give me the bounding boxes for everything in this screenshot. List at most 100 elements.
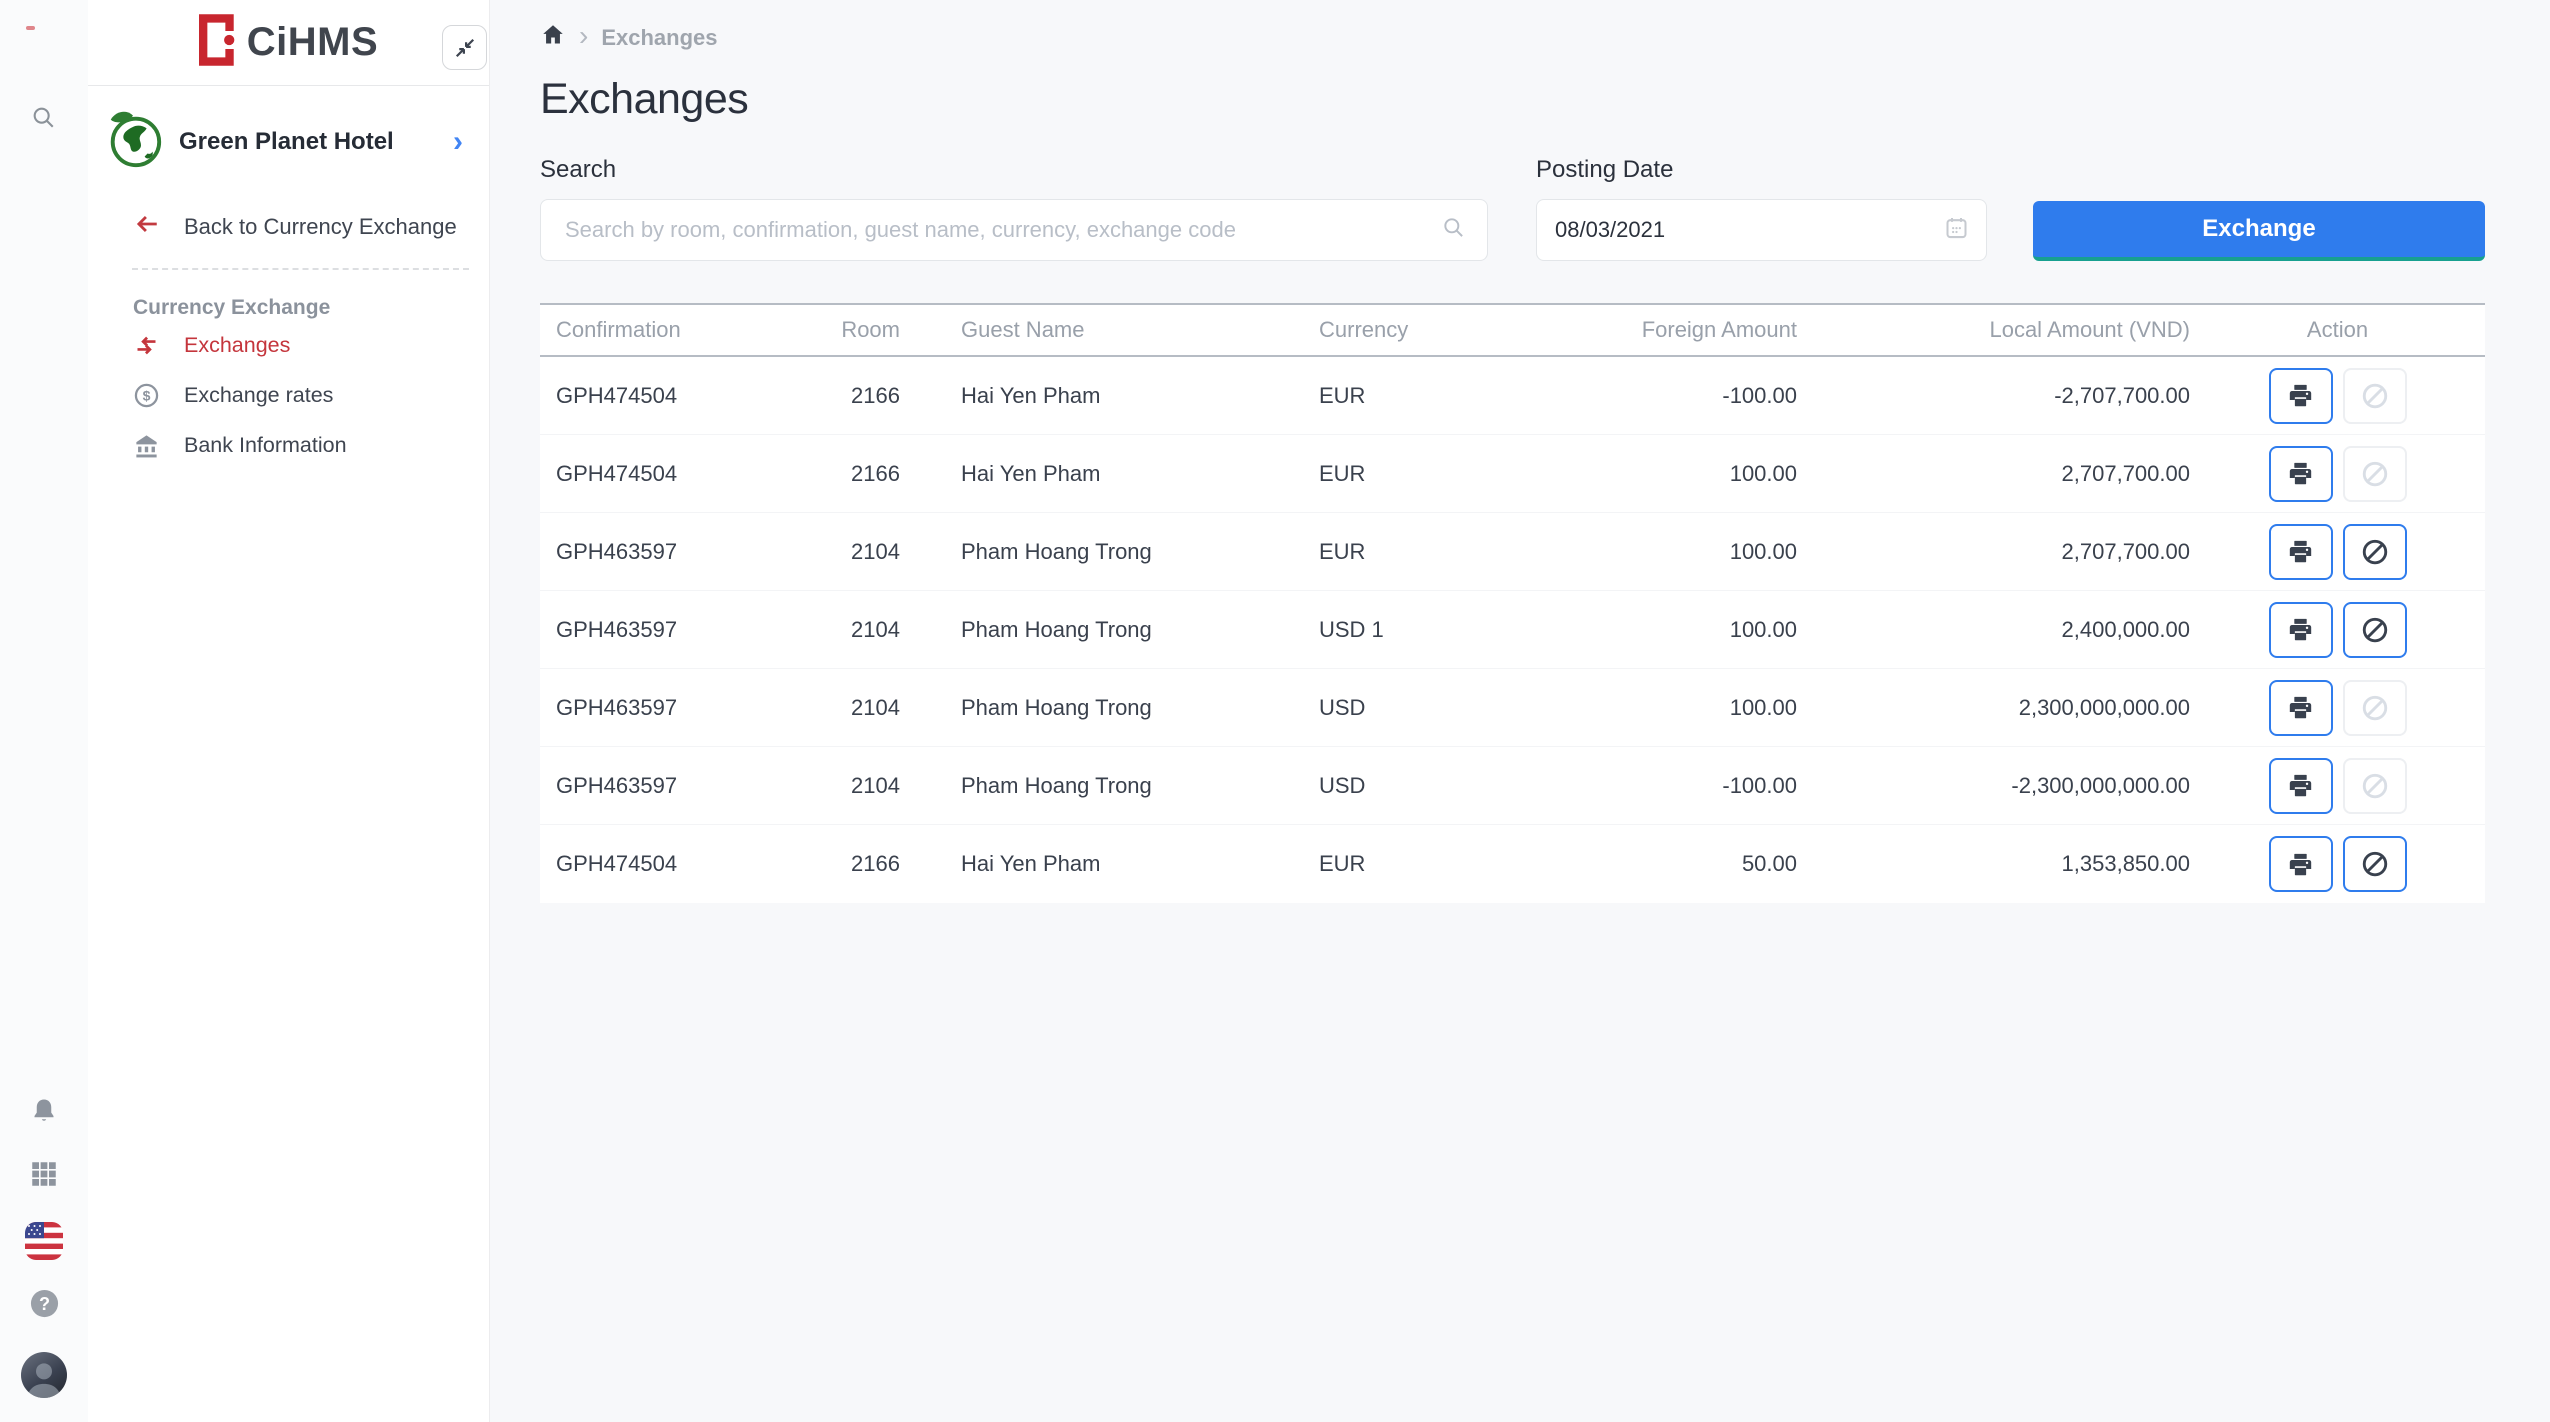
exchanges-table: Confirmation Room Guest Name Currency Fo… <box>540 303 2485 903</box>
cell-confirmation: GPH463597 <box>540 695 820 721</box>
posting-date-label: Posting Date <box>1536 156 1987 184</box>
header-local-amount: Local Amount (VND) <box>1797 317 2190 343</box>
print-button[interactable] <box>2269 680 2333 736</box>
cell-room: 2104 <box>820 539 900 565</box>
table-row: GPH463597 2104 Pham Hoang Trong USD -100… <box>540 747 2485 825</box>
svg-text:$: $ <box>143 387 151 403</box>
sidebar: CiHMS Green Planet Hotel › Back to Curre… <box>88 0 490 1422</box>
header-action: Action <box>2190 317 2485 343</box>
dollar-circle-icon: $ <box>133 382 160 409</box>
table-row: GPH463597 2104 Pham Hoang Trong EUR 100.… <box>540 513 2485 591</box>
cancel-button <box>2343 446 2407 502</box>
print-button[interactable] <box>2269 524 2333 580</box>
cell-currency: EUR <box>1319 383 1569 409</box>
breadcrumb-current: Exchanges <box>601 25 717 51</box>
cell-local-amount: -2,707,700.00 <box>1797 383 2190 409</box>
cell-actions <box>2190 602 2485 658</box>
cell-room: 2104 <box>820 773 900 799</box>
header-confirmation: Confirmation <box>540 317 820 343</box>
cell-confirmation: GPH463597 <box>540 617 820 643</box>
posting-date-field[interactable] <box>1536 199 1987 261</box>
sidebar-divider <box>132 268 469 270</box>
sidebar-item-exchange-rates[interactable]: $ Exchange rates <box>88 370 489 420</box>
help-icon[interactable]: ? <box>29 1288 60 1324</box>
swap-arrows-icon <box>133 332 160 359</box>
main-content: › Exchanges Exchanges Search Posting Dat… <box>490 0 2550 1422</box>
rail-logo-fragment <box>26 26 35 30</box>
cell-guest-name: Hai Yen Pham <box>900 851 1319 877</box>
cancel-button[interactable] <box>2343 836 2407 892</box>
user-avatar[interactable] <box>21 1352 67 1398</box>
apps-grid-icon[interactable] <box>29 1159 59 1194</box>
table-row: GPH474504 2166 Hai Yen Pham EUR 50.00 1,… <box>540 825 2485 903</box>
search-input[interactable] <box>565 217 1441 243</box>
door-logo-icon <box>199 14 235 71</box>
print-button[interactable] <box>2269 446 2333 502</box>
language-us-flag-icon[interactable] <box>25 1222 63 1260</box>
page-title: Exchanges <box>540 75 2485 124</box>
cell-room: 2166 <box>820 461 900 487</box>
cell-room: 2104 <box>820 695 900 721</box>
print-button[interactable] <box>2269 368 2333 424</box>
global-search-icon[interactable] <box>30 104 58 137</box>
sidebar-collapse-button[interactable] <box>442 25 487 70</box>
cell-confirmation: GPH463597 <box>540 773 820 799</box>
cell-foreign-amount: 50.00 <box>1569 851 1797 877</box>
cell-actions <box>2190 368 2485 424</box>
search-block: Search <box>540 156 1488 261</box>
sidebar-item-bank-information[interactable]: Bank Information <box>88 420 489 470</box>
cell-actions <box>2190 524 2485 580</box>
back-arrow-icon <box>132 211 162 242</box>
header-room: Room <box>820 317 900 343</box>
cell-local-amount: 2,300,000,000.00 <box>1797 695 2190 721</box>
sidebar-item-exchanges[interactable]: Exchanges <box>88 320 489 370</box>
cell-room: 2166 <box>820 383 900 409</box>
cell-foreign-amount: 100.00 <box>1569 539 1797 565</box>
cell-actions <box>2190 836 2485 892</box>
header-foreign-amount: Foreign Amount <box>1569 317 1797 343</box>
header-guest-name: Guest Name <box>900 317 1319 343</box>
cancel-button[interactable] <box>2343 602 2407 658</box>
table-row: GPH463597 2104 Pham Hoang Trong USD 1 10… <box>540 591 2485 669</box>
posting-date-input[interactable] <box>1555 217 1855 243</box>
cancel-button[interactable] <box>2343 524 2407 580</box>
cancel-button <box>2343 758 2407 814</box>
chevron-right-icon: › <box>453 127 463 157</box>
sidebar-item-label: Exchanges <box>184 333 290 358</box>
cell-local-amount: 1,353,850.00 <box>1797 851 2190 877</box>
table-body: GPH474504 2166 Hai Yen Pham EUR -100.00 … <box>540 357 2485 903</box>
calendar-icon <box>1943 214 1970 246</box>
back-to-currency-exchange-link[interactable]: Back to Currency Exchange <box>88 211 489 242</box>
cell-guest-name: Hai Yen Pham <box>900 461 1319 487</box>
svg-text:?: ? <box>38 1294 49 1314</box>
exchange-button[interactable]: Exchange <box>2033 201 2485 261</box>
sidebar-item-label: Exchange rates <box>184 383 333 408</box>
sidebar-header: CiHMS <box>88 0 489 86</box>
cell-guest-name: Pham Hoang Trong <box>900 773 1319 799</box>
table-row: GPH474504 2166 Hai Yen Pham EUR 100.00 2… <box>540 435 2485 513</box>
cell-room: 2104 <box>820 617 900 643</box>
sidebar-section-label: Currency Exchange <box>133 296 489 320</box>
cell-currency: USD <box>1319 695 1569 721</box>
cell-foreign-amount: -100.00 <box>1569 383 1797 409</box>
cell-foreign-amount: 100.00 <box>1569 617 1797 643</box>
print-button[interactable] <box>2269 602 2333 658</box>
cell-local-amount: -2,300,000,000.00 <box>1797 773 2190 799</box>
hotel-name: Green Planet Hotel <box>179 128 394 156</box>
search-icon <box>1441 215 1467 246</box>
app-logo-text: CiHMS <box>247 20 378 65</box>
search-label: Search <box>540 156 1488 184</box>
print-button[interactable] <box>2269 836 2333 892</box>
cell-actions <box>2190 446 2485 502</box>
cell-currency: EUR <box>1319 461 1569 487</box>
print-button[interactable] <box>2269 758 2333 814</box>
notifications-bell-icon[interactable] <box>29 1096 59 1131</box>
home-icon[interactable] <box>540 22 566 53</box>
cell-local-amount: 2,707,700.00 <box>1797 461 2190 487</box>
hotel-selector[interactable]: Green Planet Hotel › <box>88 86 489 185</box>
cell-currency: EUR <box>1319 851 1569 877</box>
controls-row: Search Posting Date Exchange <box>540 156 2485 261</box>
search-input-box <box>540 199 1488 261</box>
table-row: GPH474504 2166 Hai Yen Pham EUR -100.00 … <box>540 357 2485 435</box>
cell-currency: USD 1 <box>1319 617 1569 643</box>
